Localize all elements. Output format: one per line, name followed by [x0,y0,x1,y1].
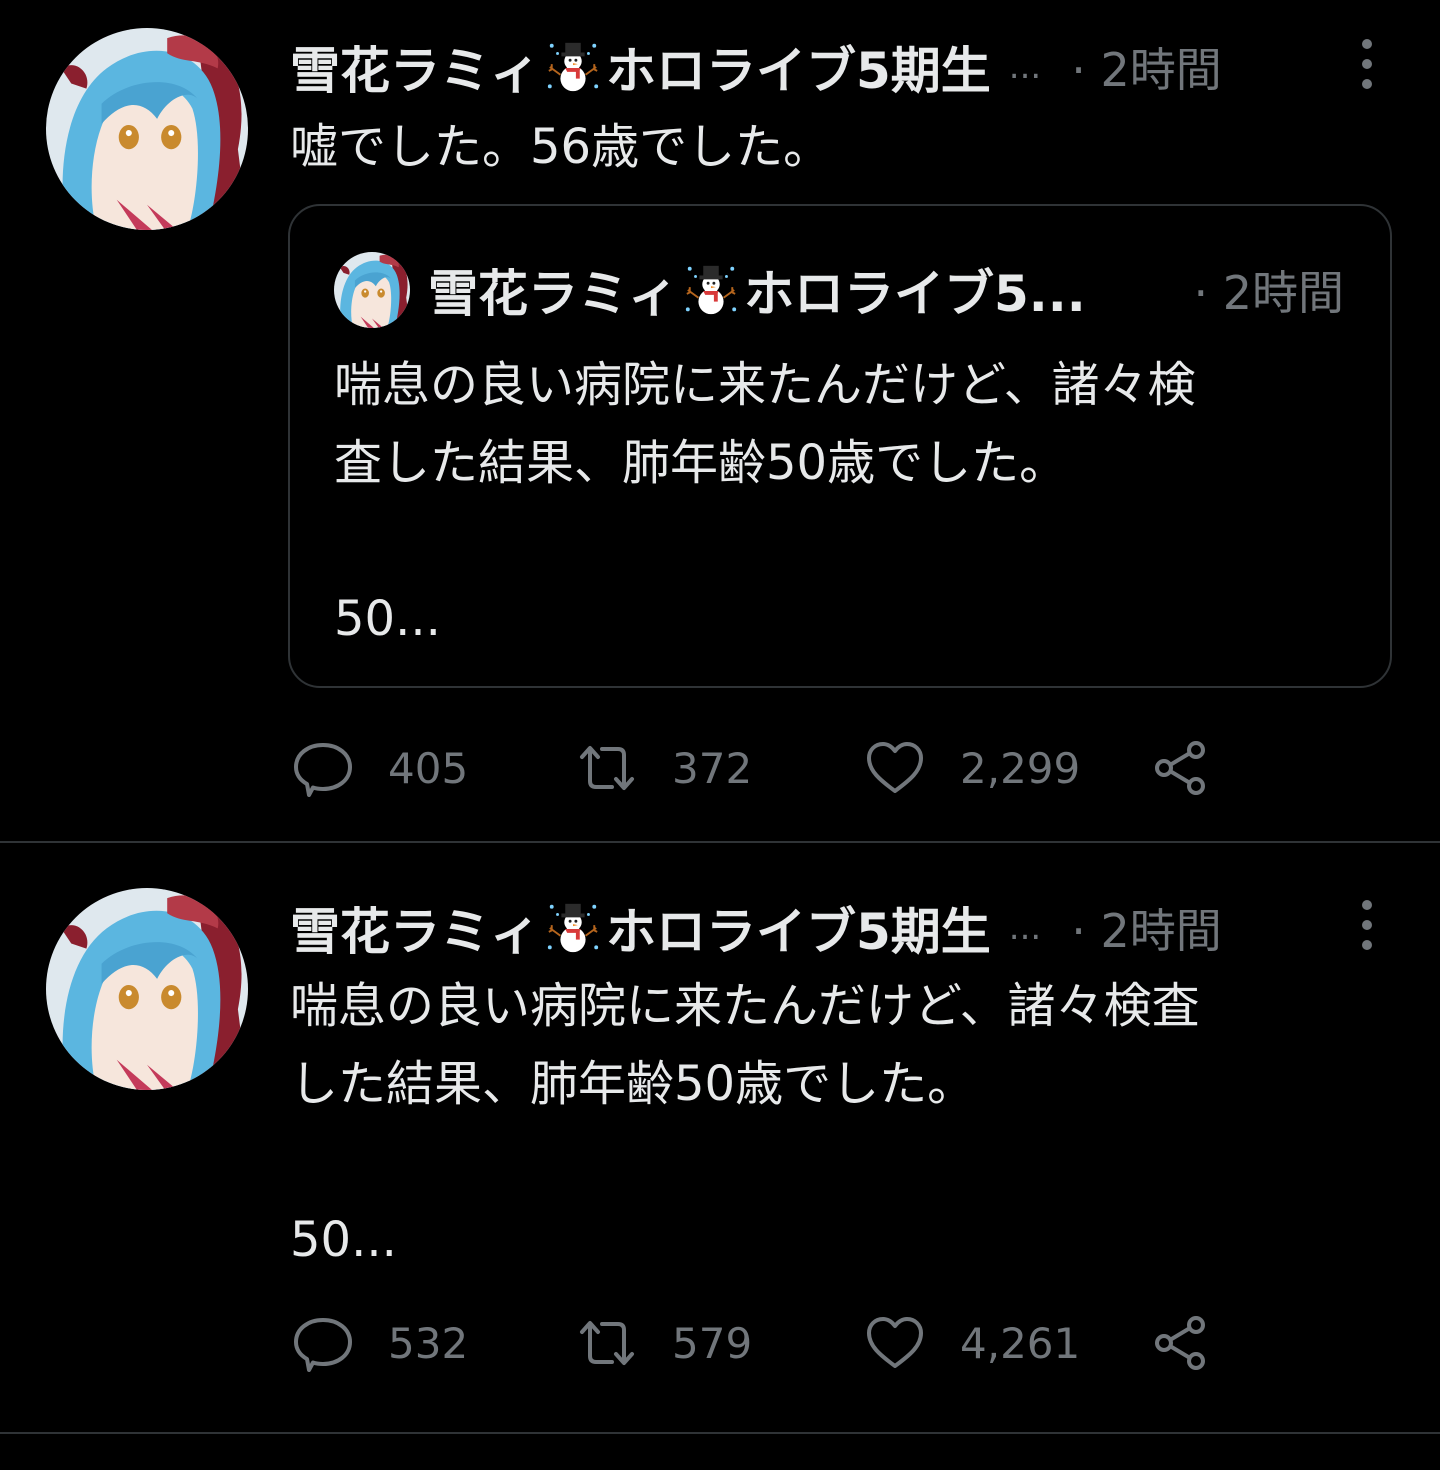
action-bar: 405 372 2,299 [290,738,1230,798]
divider [0,1432,1440,1434]
avatar[interactable] [46,888,248,1090]
tweet[interactable]: 雪花ラミィ ホロライブ5期生 ... · 2時間 嘘でした。56歳でした。 雪花… [0,0,1440,842]
more-vertical-icon[interactable] [1354,36,1380,92]
display-name-suffix[interactable]: ホロライブ5期生 [606,892,991,964]
name-truncation: ... [1008,908,1042,948]
retweet-button[interactable]: 372 [576,738,752,798]
timestamp[interactable]: · 2時間 [1071,895,1222,961]
share-icon [1150,739,1212,797]
quoted-timestamp: · 2時間 [1193,266,1344,320]
retweet-count: 372 [672,743,753,793]
quoted-tweet[interactable]: 雪花ラミィ ホロライブ5... · 2時間 喘息の良い病院に来たんだけど、諸々検… [288,204,1392,688]
share-button[interactable] [1150,1313,1212,1373]
like-button[interactable]: 2,299 [864,738,1080,798]
like-count: 4,261 [960,1318,1081,1368]
reply-count: 405 [388,743,469,793]
name-truncation: ... [1008,47,1042,87]
more-vertical-icon[interactable] [1354,897,1380,953]
quoted-display-name: 雪花ラミィ [428,265,678,323]
reply-button[interactable]: 532 [292,1313,468,1373]
timestamp[interactable]: · 2時間 [1071,34,1222,100]
share-button[interactable] [1150,738,1212,798]
snowman-icon [682,261,740,319]
tweet-header: 雪花ラミィ ホロライブ5期生 ... · 2時間 [290,32,1380,102]
snowman-icon [544,899,602,957]
quoted-avatar [334,252,410,328]
like-count: 2,299 [960,743,1081,793]
tweet-text: 喘息の良い病院に来たんだけど、諸々検査 した結果、肺年齢50歳でした。 50..… [290,978,1200,1268]
retweet-button[interactable]: 579 [576,1313,752,1373]
quoted-display-name-suffix: ホロライブ5... [744,265,1086,323]
quoted-header: 雪花ラミィ ホロライブ5... · 2時間 [428,254,1344,326]
display-name-suffix[interactable]: ホロライブ5期生 [606,31,991,103]
share-icon [1150,1314,1212,1372]
heart-icon [864,1314,926,1372]
action-bar: 532 579 4,261 [290,1313,1230,1373]
retweet-icon [576,739,638,797]
reply-button[interactable]: 405 [292,738,468,798]
tweet[interactable]: 雪花ラミィ ホロライブ5期生 ... · 2時間 喘息の良い病院に来たんだけど、… [0,843,1440,1432]
reply-icon [292,739,354,797]
display-name[interactable]: 雪花ラミィ [290,31,540,103]
retweet-count: 579 [672,1318,753,1368]
heart-icon [864,739,926,797]
reply-icon [292,1314,354,1372]
retweet-icon [576,1314,638,1372]
snowman-icon [544,38,602,96]
avatar[interactable] [46,28,248,230]
tweet-header: 雪花ラミィ ホロライブ5期生 ... · 2時間 [290,893,1380,963]
display-name[interactable]: 雪花ラミィ [290,892,540,964]
like-button[interactable]: 4,261 [864,1313,1080,1373]
reply-count: 532 [388,1318,469,1368]
quoted-text: 喘息の良い病院に来たんだけど、諸々検 査した結果、肺年齢50歳でした。 50..… [334,357,1196,647]
tweet-text: 嘘でした。56歳でした。 [290,119,832,175]
